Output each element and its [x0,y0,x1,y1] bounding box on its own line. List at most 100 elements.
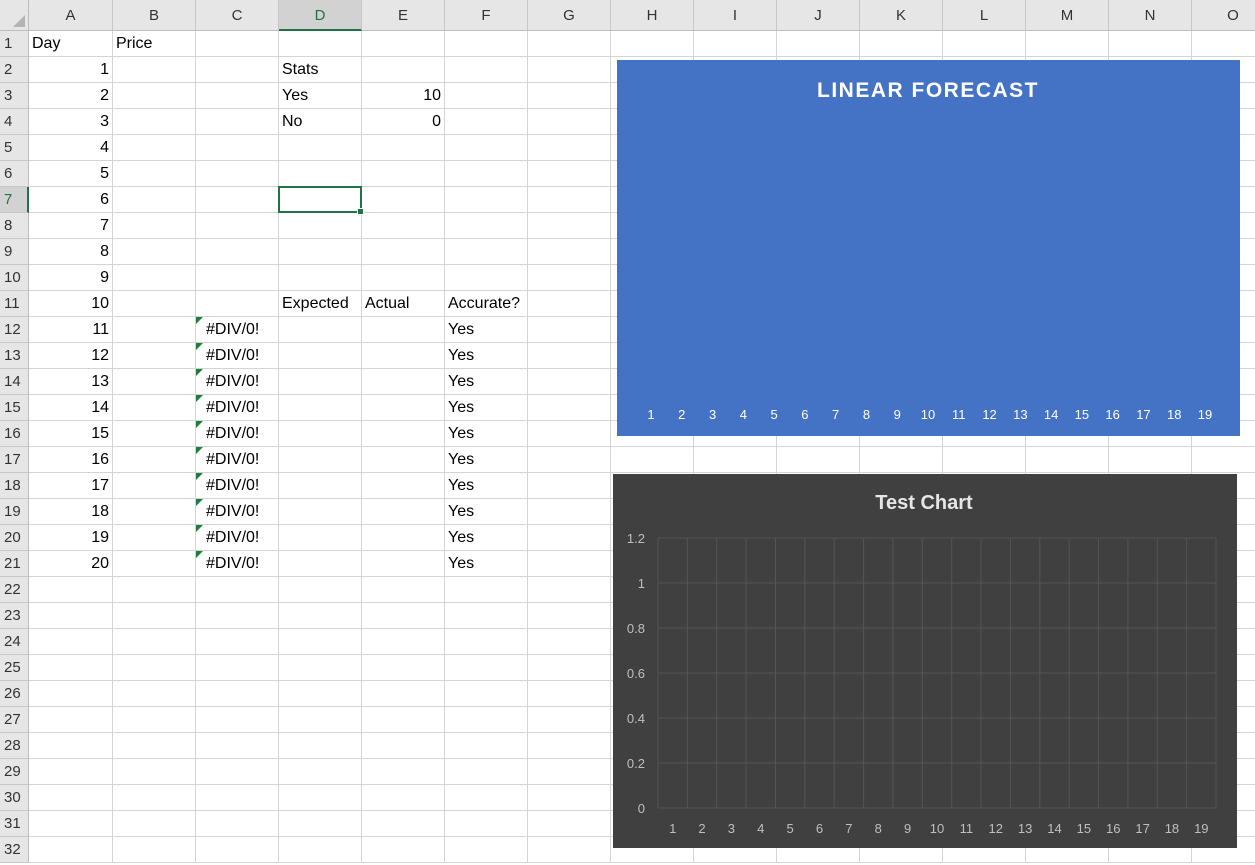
cell-b32[interactable] [113,837,196,863]
cell-c5[interactable] [196,135,279,161]
cell-d14[interactable] [279,369,362,395]
cell-f27[interactable] [445,707,528,733]
cell-f13[interactable]: Yes [445,343,528,369]
cell-f25[interactable] [445,655,528,681]
cell-g21[interactable] [528,551,611,577]
cell-l1[interactable] [943,31,1026,57]
cell-g3[interactable] [528,83,611,109]
cell-b12[interactable] [113,317,196,343]
column-header-l[interactable]: L [943,0,1026,31]
row-header-24[interactable]: 24 [0,629,29,655]
cell-e30[interactable] [362,785,445,811]
cell-b1[interactable]: Price [113,31,196,57]
cell-j17[interactable] [777,447,860,473]
cell-g7[interactable] [528,187,611,213]
row-header-5[interactable]: 5 [0,135,29,161]
cell-b20[interactable] [113,525,196,551]
cell-f16[interactable]: Yes [445,421,528,447]
cell-b17[interactable] [113,447,196,473]
cell-b14[interactable] [113,369,196,395]
cell-g6[interactable] [528,161,611,187]
column-header-m[interactable]: M [1026,0,1109,31]
cell-n17[interactable] [1109,447,1192,473]
cell-d2[interactable]: Stats [279,57,362,83]
cell-k1[interactable] [860,31,943,57]
cell-b5[interactable] [113,135,196,161]
cell-e10[interactable] [362,265,445,291]
row-header-30[interactable]: 30 [0,785,29,811]
cell-c4[interactable] [196,109,279,135]
cell-f29[interactable] [445,759,528,785]
cell-a10[interactable]: 9 [29,265,113,291]
column-header-e[interactable]: E [362,0,445,31]
column-header-n[interactable]: N [1109,0,1192,31]
cell-m1[interactable] [1026,31,1109,57]
cell-a12[interactable]: 11 [29,317,113,343]
cell-d30[interactable] [279,785,362,811]
cell-c2[interactable] [196,57,279,83]
row-header-25[interactable]: 25 [0,655,29,681]
cell-d6[interactable] [279,161,362,187]
cell-c10[interactable] [196,265,279,291]
cell-a17[interactable]: 16 [29,447,113,473]
cell-e28[interactable] [362,733,445,759]
error-indicator-icon[interactable] [196,499,203,506]
cell-a15[interactable]: 14 [29,395,113,421]
cell-d19[interactable] [279,499,362,525]
cell-a18[interactable]: 17 [29,473,113,499]
select-all-corner[interactable] [0,0,29,31]
cell-e24[interactable] [362,629,445,655]
cell-a6[interactable]: 5 [29,161,113,187]
cell-e1[interactable] [362,31,445,57]
cell-d8[interactable] [279,213,362,239]
error-indicator-icon[interactable] [196,317,203,324]
column-header-k[interactable]: K [860,0,943,31]
cell-d21[interactable] [279,551,362,577]
cell-c3[interactable] [196,83,279,109]
cell-e26[interactable] [362,681,445,707]
cell-f10[interactable] [445,265,528,291]
error-indicator-icon[interactable] [196,343,203,350]
cell-g8[interactable] [528,213,611,239]
cell-e21[interactable] [362,551,445,577]
cell-c20[interactable]: #DIV/0! [196,525,279,551]
error-indicator-icon[interactable] [196,473,203,480]
cell-d15[interactable] [279,395,362,421]
cell-e20[interactable] [362,525,445,551]
cell-c16[interactable]: #DIV/0! [196,421,279,447]
cell-f23[interactable] [445,603,528,629]
column-header-o[interactable]: O [1192,0,1255,31]
cell-g30[interactable] [528,785,611,811]
cell-c14[interactable]: #DIV/0! [196,369,279,395]
cell-a4[interactable]: 3 [29,109,113,135]
row-header-31[interactable]: 31 [0,811,29,837]
cell-f17[interactable]: Yes [445,447,528,473]
cell-c17[interactable]: #DIV/0! [196,447,279,473]
cell-g32[interactable] [528,837,611,863]
cell-b29[interactable] [113,759,196,785]
row-header-16[interactable]: 16 [0,421,29,447]
cell-b8[interactable] [113,213,196,239]
cell-e22[interactable] [362,577,445,603]
cell-g4[interactable] [528,109,611,135]
cell-d18[interactable] [279,473,362,499]
cell-e6[interactable] [362,161,445,187]
cell-c12[interactable]: #DIV/0! [196,317,279,343]
cell-d20[interactable] [279,525,362,551]
column-header-g[interactable]: G [528,0,611,31]
row-header-20[interactable]: 20 [0,525,29,551]
cell-f22[interactable] [445,577,528,603]
cell-g22[interactable] [528,577,611,603]
row-header-15[interactable]: 15 [0,395,29,421]
cell-c13[interactable]: #DIV/0! [196,343,279,369]
cell-g27[interactable] [528,707,611,733]
cell-c24[interactable] [196,629,279,655]
cell-a24[interactable] [29,629,113,655]
cell-e31[interactable] [362,811,445,837]
cell-c7[interactable] [196,187,279,213]
cell-f12[interactable]: Yes [445,317,528,343]
cell-g24[interactable] [528,629,611,655]
cell-a27[interactable] [29,707,113,733]
column-header-c[interactable]: C [196,0,279,31]
cell-c11[interactable] [196,291,279,317]
